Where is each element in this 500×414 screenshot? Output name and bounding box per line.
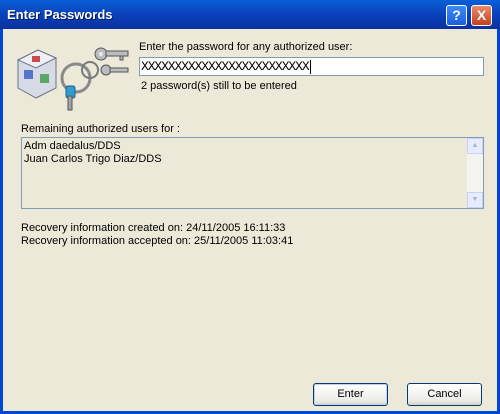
recovery-accepted-info: Recovery information accepted on: 25/11/… xyxy=(21,235,294,247)
password-prompt-label: Enter the password for any authorized us… xyxy=(139,41,353,53)
enter-passwords-dialog: Enter Passwords ? X Enter the password f… xyxy=(0,0,500,414)
dialog-content: Enter the password for any authorized us… xyxy=(3,29,497,411)
title-bar[interactable]: Enter Passwords ? X xyxy=(0,0,500,29)
list-item[interactable]: Juan Carlos Trigo Diaz/DDS xyxy=(24,153,162,165)
scroll-down-arrow-icon[interactable]: ▼ xyxy=(467,192,483,208)
cancel-button[interactable]: Cancel xyxy=(407,383,482,406)
authorized-users-list[interactable]: Adm daedalus/DDS Juan Carlos Trigo Diaz/… xyxy=(21,137,484,209)
close-button[interactable]: X xyxy=(471,5,492,26)
remaining-passwords-status: 2 password(s) still to be entered xyxy=(141,80,297,92)
keyring-icon xyxy=(16,47,129,111)
password-masked-value: XXXXXXXXXXXXXXXXXXXXXXXXX xyxy=(141,59,310,74)
authorized-users-label: Remaining authorized users for : xyxy=(21,123,180,135)
list-scrollbar[interactable]: ▲ ▼ xyxy=(467,138,483,208)
window-title: Enter Passwords xyxy=(7,7,113,22)
password-input[interactable]: XXXXXXXXXXXXXXXXXXXXXXXXX xyxy=(139,57,484,76)
list-item[interactable]: Adm daedalus/DDS xyxy=(24,140,121,152)
recovery-created-info: Recovery information created on: 24/11/2… xyxy=(21,222,286,234)
scroll-up-arrow-icon[interactable]: ▲ xyxy=(467,138,483,154)
enter-button[interactable]: Enter xyxy=(313,383,388,406)
help-button[interactable]: ? xyxy=(446,5,467,26)
text-caret xyxy=(309,59,311,74)
